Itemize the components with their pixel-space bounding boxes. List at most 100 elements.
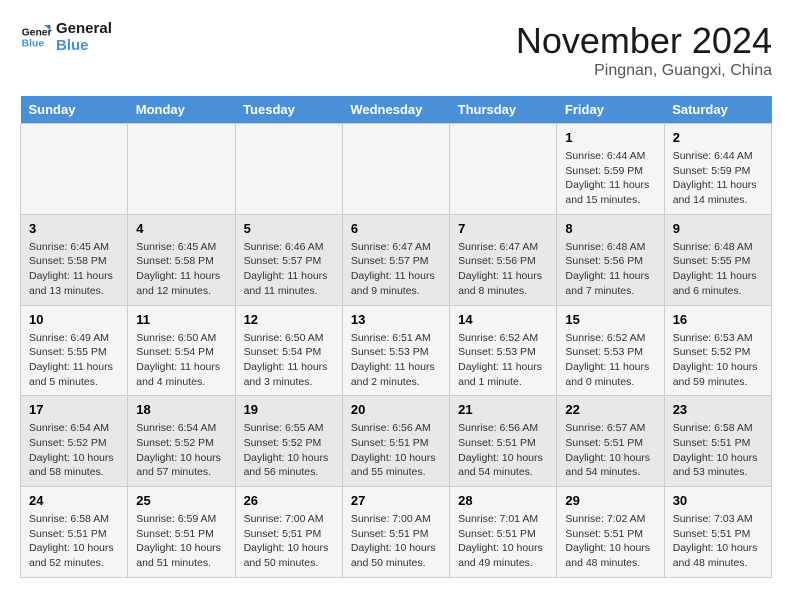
day-info: Sunrise: 6:57 AM Sunset: 5:51 PM Dayligh… [565,421,655,480]
calendar-cell [21,124,128,215]
day-info: Sunrise: 6:50 AM Sunset: 5:54 PM Dayligh… [136,331,226,390]
calendar-cell: 9Sunrise: 6:48 AM Sunset: 5:55 PM Daylig… [664,214,771,305]
day-number: 14 [458,312,548,327]
day-number: 4 [136,221,226,236]
month-title: November 2024 [516,20,772,62]
calendar-cell: 12 Sunrise: 6:50 AM Sunset: 5:54 PM Dayli… [235,305,342,396]
day-info: Sunrise: 6:56 AM Sunset: 5:51 PM Dayligh… [458,421,548,480]
calendar-cell: 6 Sunrise: 6:47 AM Sunset: 5:57 PM Daylig… [342,214,449,305]
calendar-cell [450,124,557,215]
calendar-cell [128,124,235,215]
day-number: 2 [673,130,763,145]
day-info: Sunrise: 6:46 AM Sunset: 5:57 PM Dayligh… [244,240,334,299]
calendar-cell: 5 Sunrise: 6:46 AM Sunset: 5:57 PM Daylig… [235,214,342,305]
calendar-cell: 8 Sunrise: 6:48 AM Sunset: 5:56 PM Daylig… [557,214,664,305]
day-number: 22 [565,402,655,417]
day-info: Sunrise: 6:49 AM Sunset: 5:55 PM Dayligh… [29,331,119,390]
title-block: November 2024 Pingnan, Guangxi, China [516,20,772,80]
day-number: 6 [351,221,441,236]
weekday-header-thursday: Thursday [450,96,557,124]
svg-text:General: General [22,27,52,38]
calendar-cell: 16 Sunrise: 6:53 AM Sunset: 5:52 PM Dayli… [664,305,771,396]
day-number: 23 [673,402,763,417]
weekday-header-monday: Monday [128,96,235,124]
calendar-cell: 13Sunrise: 6:51 AM Sunset: 5:53 PM Dayli… [342,305,449,396]
calendar-week-row: 10 Sunrise: 6:49 AM Sunset: 5:55 PM Dayli… [21,305,772,396]
day-number: 7 [458,221,548,236]
day-number: 1 [565,130,655,145]
day-number: 21 [458,402,548,417]
day-number: 8 [565,221,655,236]
day-info: Sunrise: 6:58 AM Sunset: 5:51 PM Dayligh… [29,512,119,571]
day-number: 17 [29,402,119,417]
calendar-cell: 14Sunrise: 6:52 AM Sunset: 5:53 PM Dayli… [450,305,557,396]
day-info: Sunrise: 6:45 AM Sunset: 5:58 PM Dayligh… [136,240,226,299]
day-number: 18 [136,402,226,417]
day-info: Sunrise: 6:53 AM Sunset: 5:52 PM Dayligh… [673,331,763,390]
page-header: General Blue General Blue November 2024 … [20,20,772,80]
calendar-cell: 4 Sunrise: 6:45 AM Sunset: 5:58 PM Daylig… [128,214,235,305]
weekday-header-wednesday: Wednesday [342,96,449,124]
weekday-header-friday: Friday [557,96,664,124]
day-info: Sunrise: 6:50 AM Sunset: 5:54 PM Dayligh… [244,331,334,390]
day-number: 12 [244,312,334,327]
day-info: Sunrise: 6:54 AM Sunset: 5:52 PM Dayligh… [29,421,119,480]
day-number: 20 [351,402,441,417]
day-info: Sunrise: 7:02 AM Sunset: 5:51 PM Dayligh… [565,512,655,571]
day-number: 10 [29,312,119,327]
day-number: 5 [244,221,334,236]
calendar-cell: 2Sunrise: 6:44 AM Sunset: 5:59 PM Daylig… [664,124,771,215]
calendar-cell: 10 Sunrise: 6:49 AM Sunset: 5:55 PM Dayli… [21,305,128,396]
day-info: Sunrise: 6:47 AM Sunset: 5:57 PM Dayligh… [351,240,441,299]
day-info: Sunrise: 7:00 AM Sunset: 5:51 PM Dayligh… [244,512,334,571]
day-info: Sunrise: 6:54 AM Sunset: 5:52 PM Dayligh… [136,421,226,480]
day-info: Sunrise: 7:01 AM Sunset: 5:51 PM Dayligh… [458,512,548,571]
day-number: 19 [244,402,334,417]
calendar-cell: 18 Sunrise: 6:54 AM Sunset: 5:52 PM Dayli… [128,396,235,487]
calendar-cell: 1 Sunrise: 6:44 AM Sunset: 5:59 PM Daylig… [557,124,664,215]
day-number: 28 [458,493,548,508]
day-info: Sunrise: 6:48 AM Sunset: 5:56 PM Dayligh… [565,240,655,299]
logo-line1: General [56,20,112,37]
calendar-cell: 17 Sunrise: 6:54 AM Sunset: 5:52 PM Dayli… [21,396,128,487]
logo-line2: Blue [56,37,112,54]
calendar-cell [342,124,449,215]
weekday-header-saturday: Saturday [664,96,771,124]
logo: General Blue General Blue [20,20,112,54]
calendar-cell: 30 Sunrise: 7:03 AM Sunset: 5:51 PM Dayli… [664,487,771,578]
calendar-cell: 21 Sunrise: 6:56 AM Sunset: 5:51 PM Dayli… [450,396,557,487]
day-info: Sunrise: 7:00 AM Sunset: 5:51 PM Dayligh… [351,512,441,571]
calendar-week-row: 3Sunrise: 6:45 AM Sunset: 5:58 PM Daylig… [21,214,772,305]
day-info: Sunrise: 6:52 AM Sunset: 5:53 PM Dayligh… [565,331,655,390]
day-number: 30 [673,493,763,508]
calendar-cell: 22 Sunrise: 6:57 AM Sunset: 5:51 PM Dayli… [557,396,664,487]
calendar-week-row: 1 Sunrise: 6:44 AM Sunset: 5:59 PM Daylig… [21,124,772,215]
calendar-cell: 19 Sunrise: 6:55 AM Sunset: 5:52 PM Dayli… [235,396,342,487]
calendar-cell: 20Sunrise: 6:56 AM Sunset: 5:51 PM Dayli… [342,396,449,487]
calendar-cell: 29Sunrise: 7:02 AM Sunset: 5:51 PM Dayli… [557,487,664,578]
calendar-cell: 27Sunrise: 7:00 AM Sunset: 5:51 PM Dayli… [342,487,449,578]
svg-text:Blue: Blue [22,39,45,50]
day-info: Sunrise: 6:44 AM Sunset: 5:59 PM Dayligh… [565,149,655,208]
day-info: Sunrise: 6:51 AM Sunset: 5:53 PM Dayligh… [351,331,441,390]
calendar-cell: 25 Sunrise: 6:59 AM Sunset: 5:51 PM Dayli… [128,487,235,578]
calendar-cell [235,124,342,215]
day-info: Sunrise: 6:58 AM Sunset: 5:51 PM Dayligh… [673,421,763,480]
calendar-week-row: 17 Sunrise: 6:54 AM Sunset: 5:52 PM Dayli… [21,396,772,487]
day-number: 16 [673,312,763,327]
day-number: 9 [673,221,763,236]
calendar-week-row: 24 Sunrise: 6:58 AM Sunset: 5:51 PM Dayli… [21,487,772,578]
day-info: Sunrise: 6:45 AM Sunset: 5:58 PM Dayligh… [29,240,119,299]
calendar-cell: 7Sunrise: 6:47 AM Sunset: 5:56 PM Daylig… [450,214,557,305]
logo-icon: General Blue [20,21,52,53]
day-info: Sunrise: 6:55 AM Sunset: 5:52 PM Dayligh… [244,421,334,480]
day-info: Sunrise: 7:03 AM Sunset: 5:51 PM Dayligh… [673,512,763,571]
day-number: 15 [565,312,655,327]
calendar-header-row: SundayMondayTuesdayWednesdayThursdayFrid… [21,96,772,124]
day-number: 24 [29,493,119,508]
calendar-cell: 15 Sunrise: 6:52 AM Sunset: 5:53 PM Dayli… [557,305,664,396]
day-info: Sunrise: 6:59 AM Sunset: 5:51 PM Dayligh… [136,512,226,571]
day-number: 11 [136,312,226,327]
calendar-cell: 23 Sunrise: 6:58 AM Sunset: 5:51 PM Dayli… [664,396,771,487]
day-number: 25 [136,493,226,508]
